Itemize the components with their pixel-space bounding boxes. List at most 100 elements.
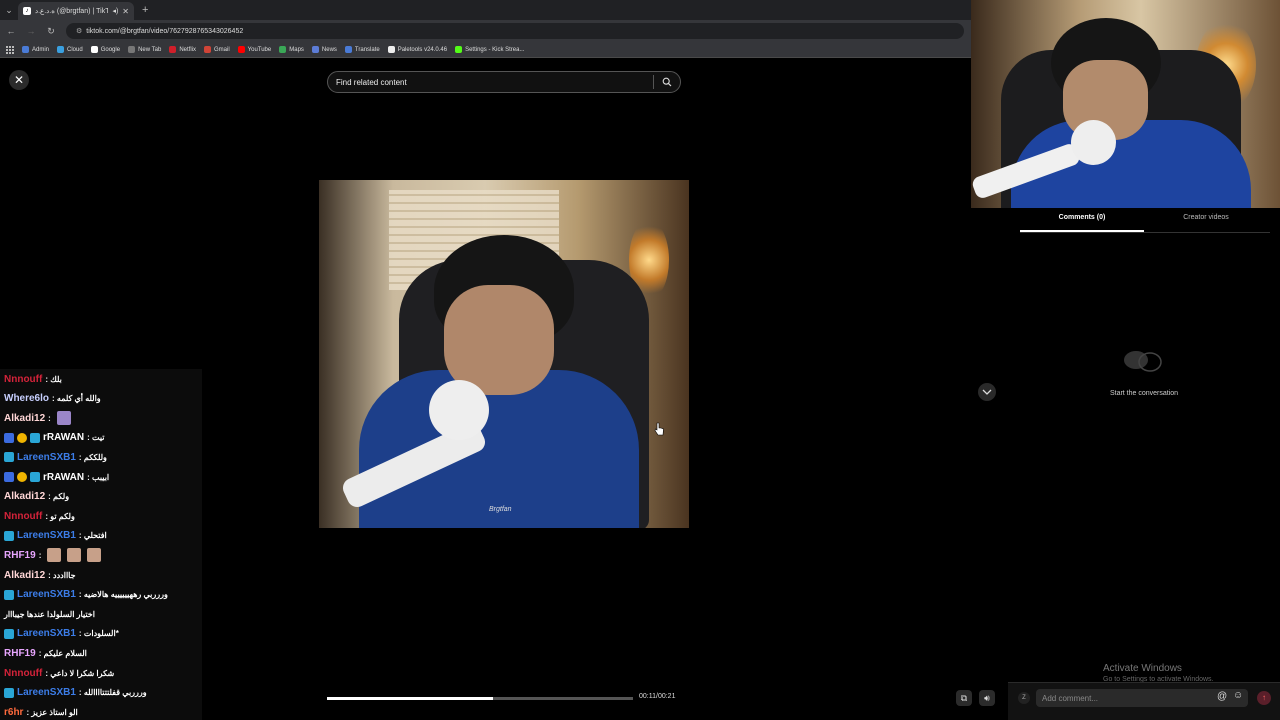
- apps-grid-icon[interactable]: [6, 45, 14, 54]
- tab-comments[interactable]: Comments (0): [1020, 214, 1144, 232]
- volume-icon[interactable]: 🔊︎: [979, 690, 995, 706]
- bookmark-8[interactable]: News: [311, 46, 337, 53]
- bookmark-favicon-icon: [311, 46, 319, 53]
- chat-username[interactable]: Where6lo: [4, 393, 49, 404]
- video-microphone: [429, 380, 489, 440]
- chat-username[interactable]: LareenSXB1: [17, 628, 76, 639]
- bookmark-11[interactable]: Settings - Kick Strea...: [455, 46, 524, 53]
- bookmark-10[interactable]: Paletools v24.0.46: [387, 46, 447, 53]
- tabs-divider: [1020, 232, 1270, 233]
- bookmark-1[interactable]: Cloud: [57, 46, 83, 53]
- chat-username[interactable]: LareenSXB1: [17, 687, 76, 698]
- video-player[interactable]: Brgtfan: [319, 180, 689, 528]
- chat-text: : وررربي قفلتتتاااالله: [78, 688, 147, 698]
- browser-tabstrip: ⌄ ♪ ه.د.ع.د (@brgtfan) | TikTok ◂) ✕ +: [0, 0, 972, 20]
- bookmark-label: Netflix: [179, 46, 196, 53]
- chat-username[interactable]: Nnnouff: [4, 511, 42, 522]
- chat-username[interactable]: RHF19: [4, 648, 36, 659]
- picture-in-picture-icon[interactable]: ⧉: [956, 690, 972, 706]
- chat-message: RHF19: السلام عليكم: [4, 645, 87, 661]
- bookmark-6[interactable]: YouTube: [237, 46, 272, 53]
- chat-message: rRAWAN: تيت: [4, 430, 105, 446]
- mention-icon[interactable]: @: [1217, 691, 1227, 702]
- chat-username[interactable]: Alkadi12: [4, 570, 45, 581]
- tab-close-icon[interactable]: ✕: [122, 7, 129, 16]
- chat-text: : وررربي رههييييييه هالاضيه: [78, 590, 168, 600]
- tab-title: ه.د.ع.د (@brgtfan) | TikTok: [35, 8, 109, 15]
- bookmark-2[interactable]: Google: [90, 46, 121, 53]
- screen: ⌄ ♪ ه.د.ع.د (@brgtfan) | TikTok ◂) ✕ + ←…: [0, 0, 1280, 720]
- chat-username[interactable]: LareenSXB1: [17, 589, 76, 600]
- chat-username[interactable]: LareenSXB1: [17, 452, 76, 463]
- chat-text: : وللككم: [78, 452, 107, 462]
- empty-comments-text: Start the conversation: [1109, 390, 1179, 397]
- chat-username[interactable]: r6hr: [4, 707, 23, 718]
- video-progress-fill: [327, 697, 494, 700]
- sub-badge-icon: [4, 589, 14, 600]
- new-tab-icon[interactable]: +: [142, 4, 148, 16]
- bookmark-9[interactable]: Translate: [344, 46, 380, 53]
- chat-text: : افتحلي: [78, 531, 107, 541]
- chat-username[interactable]: LareenSXB1: [17, 530, 76, 541]
- chat-username[interactable]: Alkadi12: [4, 413, 45, 424]
- tiktok-favicon-icon: ♪: [23, 7, 31, 15]
- chat-text: :: [48, 413, 51, 423]
- search-icon[interactable]: [654, 72, 680, 92]
- bookmark-label: New Tab: [138, 46, 162, 53]
- bookmark-0[interactable]: Admin: [22, 46, 49, 53]
- chat-text: : ولكم: [48, 492, 70, 502]
- stream-chat-overlay: Nnnouff: بلك Where6lo: والله أي كلمه Alkad…: [0, 369, 202, 720]
- bookmark-4[interactable]: Netflix: [169, 46, 196, 53]
- bookmark-3[interactable]: New Tab: [128, 46, 161, 53]
- video-watermark: Brgtfan: [489, 506, 512, 513]
- chat-emote: [56, 411, 71, 426]
- chat-text: :: [38, 550, 42, 560]
- vip-badge-icon: [17, 472, 27, 482]
- chat-emote: [47, 548, 62, 563]
- chat-username[interactable]: rRAWAN: [43, 472, 84, 483]
- chat-text: : شكرا شكرا لا داعي: [45, 668, 115, 678]
- forward-icon[interactable]: →: [26, 26, 36, 36]
- tab-search-icon[interactable]: ⌄: [0, 0, 18, 20]
- chevron-down-icon: [982, 389, 992, 395]
- chat-message: rRAWAN: ابيبب: [4, 469, 109, 485]
- bookmark-label: Admin: [32, 46, 50, 53]
- bookmark-favicon-icon: [237, 46, 245, 53]
- reload-icon[interactable]: ↻: [46, 26, 56, 37]
- bookmark-favicon-icon: [57, 46, 65, 53]
- chat-username[interactable]: Nnnouff: [4, 668, 42, 679]
- back-icon[interactable]: ←: [6, 26, 16, 36]
- chat-text: : جاااددد: [48, 570, 76, 580]
- browser-tab[interactable]: ♪ ه.د.ع.د (@brgtfan) | TikTok ◂) ✕: [18, 2, 134, 20]
- bookmark-label: Maps: [289, 46, 304, 53]
- sub-badge-icon: [30, 472, 40, 482]
- chat-text: : بلك: [45, 374, 62, 384]
- emoji-icon[interactable]: ☺: [1233, 690, 1243, 701]
- collapse-button[interactable]: [978, 383, 996, 401]
- chat-username[interactable]: RHF19: [4, 550, 36, 561]
- chat-message: LareenSXB1: وررربي رههييييييه هالاضيه: [4, 587, 168, 603]
- search-placeholder: Find related content: [336, 77, 407, 87]
- bookmark-favicon-icon: [203, 46, 211, 53]
- chat-username[interactable]: Nnnouff: [4, 374, 42, 385]
- avatar: Z: [1018, 692, 1030, 704]
- site-info-icon[interactable]: ⚙: [76, 27, 82, 35]
- url-field[interactable]: ⚙ tiktok.com/@brgtfan/video/762792876534…: [66, 23, 964, 39]
- bookmark-label: Translate: [354, 46, 380, 53]
- chat-username[interactable]: rRAWAN: [43, 432, 84, 443]
- chat-username[interactable]: Alkadi12: [4, 491, 45, 502]
- related-search-input[interactable]: Find related content: [327, 71, 681, 93]
- bookmark-favicon-icon: [22, 46, 29, 53]
- bookmark-5[interactable]: Gmail: [203, 46, 230, 53]
- chat-bubbles-icon: [1124, 351, 1162, 372]
- close-video-button[interactable]: ✕: [9, 70, 29, 90]
- bookmark-label: News: [321, 46, 337, 53]
- bookmark-label: Google: [100, 46, 121, 53]
- post-comment-button[interactable]: ↑: [1257, 691, 1271, 705]
- video-progress-bar[interactable]: [327, 697, 633, 700]
- chat-message: اختيار السلولدا عندها جيبااار: [4, 606, 95, 622]
- chat-message: LareenSXB1: وررربي قفلتتتاااالله: [4, 685, 147, 701]
- tab-creator-videos[interactable]: Creator videos: [1144, 214, 1268, 232]
- bookmark-label: YouTube: [247, 46, 272, 53]
- bookmark-7[interactable]: Maps: [279, 46, 304, 53]
